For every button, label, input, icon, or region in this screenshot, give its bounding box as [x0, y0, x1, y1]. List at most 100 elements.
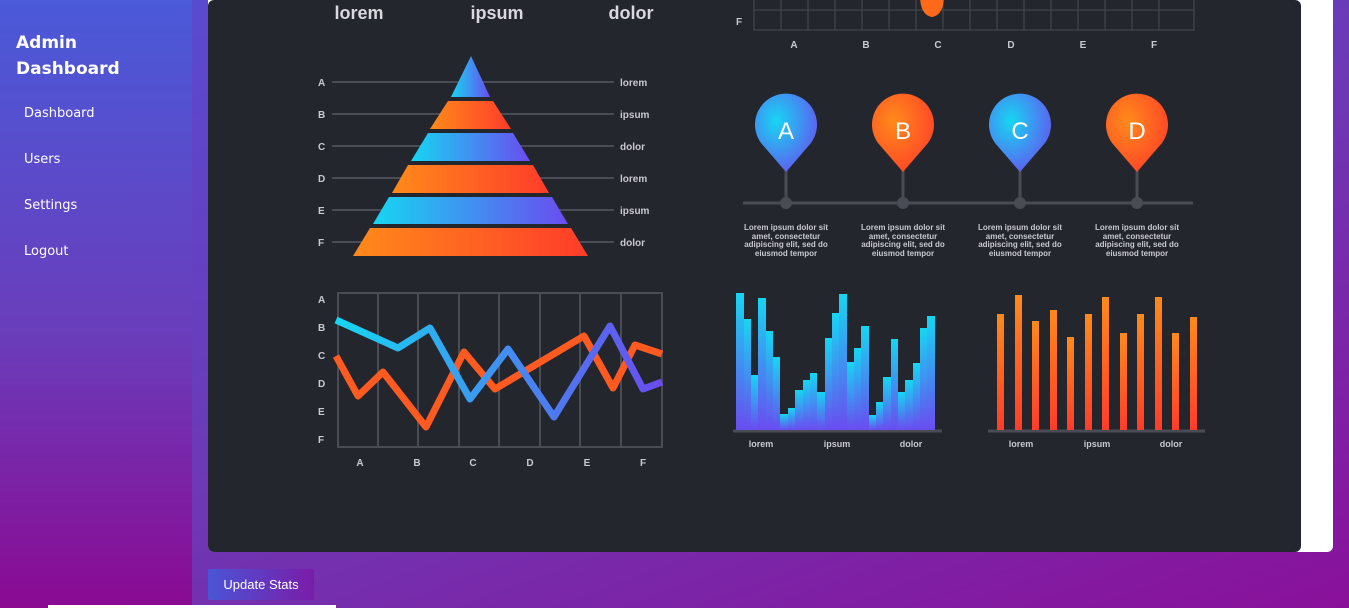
bar	[1050, 310, 1057, 430]
bar	[839, 294, 847, 430]
bar	[905, 380, 913, 430]
bar	[927, 316, 935, 430]
bar	[869, 415, 876, 430]
pin-b-text: adipiscing elit, sed do	[861, 240, 945, 249]
pin-c-text: adipiscing elit, sed do	[978, 240, 1062, 249]
line-chart-y-label: B	[318, 323, 325, 334]
pin-a-text: eiusmod tempor	[755, 249, 817, 258]
bar	[751, 375, 758, 430]
pin-timeline: A B C D Lorem ipsum dolor sit amet, cons…	[743, 93, 1193, 258]
sidebar-item-users[interactable]: Users	[24, 152, 60, 167]
top-grid-x-label: F	[1151, 40, 1157, 51]
bar-chart-orange-x-label: ipsum	[1084, 439, 1111, 449]
bar	[1172, 333, 1179, 430]
pyramid-chart: A B C D E F lorem ipsum dolor lorem ipsu…	[318, 56, 650, 256]
bar	[1137, 314, 1144, 430]
top-grid-y-label: F	[736, 17, 742, 28]
bar	[898, 392, 905, 430]
bar	[1067, 337, 1074, 430]
bar-chart-blue-x-label: dolor	[900, 439, 923, 449]
pin-d-text: adipiscing elit, sed do	[1095, 240, 1179, 249]
pin-d: D	[1106, 93, 1168, 209]
pin-c-letter: C	[1011, 118, 1028, 145]
line-chart-x-label: B	[413, 458, 420, 469]
pin-b-letter: B	[895, 118, 911, 145]
bar-chart-blue-x-label: ipsum	[824, 439, 851, 449]
bar	[795, 390, 803, 430]
bar	[773, 357, 780, 430]
top-label-ipsum: ipsum	[470, 3, 523, 23]
pyramid-right-label: lorem	[620, 78, 647, 89]
pyramid-left-label: C	[318, 142, 325, 153]
bar-chart-orange: lorem ipsum dolor	[988, 295, 1205, 449]
pyramid-layer	[451, 56, 490, 97]
pin-d-letter: D	[1128, 118, 1145, 145]
bar	[803, 380, 810, 430]
pyramid-right-label: dolor	[620, 238, 645, 249]
bar	[913, 363, 920, 430]
bar	[920, 328, 927, 430]
bar-chart-blue-x-label: lorem	[749, 439, 774, 449]
infographic-image: lorem ipsum dolor F A B C D E F A B C D …	[208, 0, 1301, 552]
bar	[832, 313, 839, 430]
pin-d-text: Lorem ipsum dolor sit	[1095, 223, 1179, 232]
bar	[997, 314, 1004, 430]
pyramid-left-label: D	[318, 174, 325, 185]
pin-c-text: eiusmod tempor	[989, 249, 1051, 258]
sidebar-item-dashboard[interactable]: Dashboard	[24, 106, 95, 121]
bar	[1102, 297, 1109, 430]
bar	[854, 348, 861, 430]
bar	[1155, 297, 1162, 430]
sidebar-item-settings[interactable]: Settings	[24, 198, 77, 213]
pyramid-left-label: A	[318, 78, 325, 89]
bar	[1120, 333, 1127, 430]
pin-b: B	[872, 93, 934, 209]
bar	[810, 373, 817, 430]
pin-d-text: eiusmod tempor	[1106, 249, 1168, 258]
bar-chart-orange-x-label: dolor	[1160, 439, 1183, 449]
bar	[825, 338, 832, 430]
pin-a: A	[755, 93, 817, 209]
top-grid-x-label: A	[790, 40, 797, 51]
bar	[861, 326, 869, 430]
top-grid	[753, 0, 1195, 31]
pyramid-left-label: E	[318, 206, 325, 217]
line-chart-x-label: C	[469, 458, 476, 469]
sidebar: Admin Dashboard Dashboard Users Settings…	[0, 0, 192, 608]
line-chart-y-label: A	[318, 295, 325, 306]
line-chart-y-label: F	[318, 435, 324, 446]
pyramid-right-label: lorem	[620, 174, 647, 185]
bar	[766, 331, 773, 430]
bar	[788, 408, 795, 430]
bar-chart-orange-x-label: lorem	[1009, 439, 1034, 449]
line-chart-x-label: D	[526, 458, 533, 469]
pin-b-text: eiusmod tempor	[872, 249, 934, 258]
bar	[883, 377, 891, 430]
pin-a-letter: A	[778, 118, 794, 145]
bar	[1015, 295, 1022, 430]
top-grid-x-label: B	[862, 40, 869, 51]
pin-c: C	[988, 93, 1051, 209]
pyramid-layer	[411, 133, 530, 161]
pyramid-layer	[373, 197, 568, 224]
pin-c-text: Lorem ipsum dolor sit	[978, 223, 1062, 232]
bar-chart-blue: lorem ipsum dolor	[733, 293, 942, 449]
main-content: lorem ipsum dolor F A B C D E F A B C D …	[192, 0, 1349, 608]
pyramid-left-label: B	[318, 110, 325, 121]
bar	[736, 293, 744, 430]
top-label-lorem: lorem	[334, 3, 383, 23]
bar	[876, 402, 883, 430]
pin-b-text: Lorem ipsum dolor sit	[861, 223, 945, 232]
line-chart-y-label: C	[318, 351, 325, 362]
bar	[1190, 317, 1197, 430]
bar	[1032, 321, 1039, 430]
pyramid-layer	[430, 101, 511, 129]
pyramid-right-label: ipsum	[620, 110, 650, 121]
sidebar-item-logout[interactable]: Logout	[24, 244, 69, 259]
bar	[758, 298, 766, 430]
update-stats-button[interactable]: Update Stats	[208, 569, 314, 600]
pin-a-text: Lorem ipsum dolor sit	[744, 223, 828, 232]
line-chart-x-label: E	[584, 458, 591, 469]
pyramid-layer	[392, 165, 549, 193]
bar	[744, 319, 751, 430]
